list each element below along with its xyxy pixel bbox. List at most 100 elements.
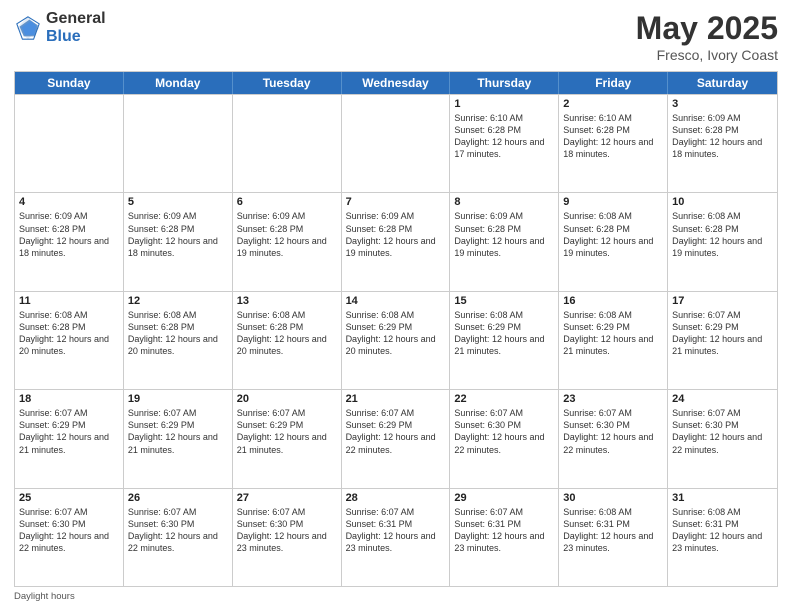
day-info: Sunrise: 6:07 AM Sunset: 6:29 PM Dayligh…	[346, 407, 446, 456]
cal-header-saturday: Saturday	[668, 72, 777, 94]
cal-cell: 30 Sunrise: 6:08 AM Sunset: 6:31 PM Dayli…	[559, 489, 668, 586]
day-info: Sunrise: 6:09 AM Sunset: 6:28 PM Dayligh…	[128, 210, 228, 259]
day-number: 19	[128, 393, 228, 405]
cal-cell: 31Sunrise: 6:08 AM Sunset: 6:31 PM Dayli…	[668, 489, 777, 586]
day-info: Sunrise: 6:08 AM Sunset: 6:28 PM Dayligh…	[237, 309, 337, 358]
cal-cell: 2Sunrise: 6:10 AM Sunset: 6:28 PM Daylig…	[559, 95, 668, 192]
cal-cell: 17 Sunrise: 6:07 AM Sunset: 6:29 PM Dayli…	[668, 292, 777, 389]
cal-cell: 12 Sunrise: 6:08 AM Sunset: 6:28 PM Dayli…	[124, 292, 233, 389]
day-number: 3	[672, 98, 773, 110]
day-number: 20	[237, 393, 337, 405]
cal-cell: 11Sunrise: 6:08 AM Sunset: 6:28 PM Dayli…	[15, 292, 124, 389]
day-info: Sunrise: 6:10 AM Sunset: 6:28 PM Dayligh…	[454, 112, 554, 161]
logo-general: General	[46, 10, 106, 28]
footer-note: Daylight hours	[14, 591, 778, 602]
cal-cell: 4Sunrise: 6:09 AM Sunset: 6:28 PM Daylig…	[15, 193, 124, 290]
day-info: Sunrise: 6:08 AM Sunset: 6:29 PM Dayligh…	[346, 309, 446, 358]
calendar-body: 1 Sunrise: 6:10 AM Sunset: 6:28 PM Daylig…	[15, 94, 777, 586]
logo-icon	[14, 14, 42, 42]
title-month: May 2025	[636, 10, 778, 47]
header: General Blue May 2025 Fresco, Ivory Coas…	[14, 10, 778, 63]
calendar: SundayMondayTuesdayWednesdayThursdayFrid…	[14, 71, 778, 587]
day-number: 14	[346, 295, 446, 307]
cal-cell: 25 Sunrise: 6:07 AM Sunset: 6:30 PM Dayli…	[15, 489, 124, 586]
cal-week-5: 25 Sunrise: 6:07 AM Sunset: 6:30 PM Dayli…	[15, 488, 777, 586]
day-info: Sunrise: 6:07 AM Sunset: 6:30 PM Dayligh…	[128, 506, 228, 555]
cal-header-wednesday: Wednesday	[342, 72, 451, 94]
day-info: Sunrise: 6:07 AM Sunset: 6:29 PM Dayligh…	[237, 407, 337, 456]
cal-cell: 19Sunrise: 6:07 AM Sunset: 6:29 PM Dayli…	[124, 390, 233, 487]
cal-week-3: 11Sunrise: 6:08 AM Sunset: 6:28 PM Dayli…	[15, 291, 777, 389]
cal-cell: 21 Sunrise: 6:07 AM Sunset: 6:29 PM Dayli…	[342, 390, 451, 487]
day-number: 12	[128, 295, 228, 307]
day-info: Sunrise: 6:08 AM Sunset: 6:29 PM Dayligh…	[454, 309, 554, 358]
cal-cell: 26 Sunrise: 6:07 AM Sunset: 6:30 PM Dayli…	[124, 489, 233, 586]
day-number: 9	[563, 196, 663, 208]
day-info: Sunrise: 6:08 AM Sunset: 6:28 PM Dayligh…	[672, 210, 773, 259]
cal-week-4: 18 Sunrise: 6:07 AM Sunset: 6:29 PM Dayli…	[15, 389, 777, 487]
day-number: 15	[454, 295, 554, 307]
cal-cell: 15 Sunrise: 6:08 AM Sunset: 6:29 PM Dayli…	[450, 292, 559, 389]
day-number: 7	[346, 196, 446, 208]
day-number: 1	[454, 98, 554, 110]
day-number: 18	[19, 393, 119, 405]
day-info: Sunrise: 6:07 AM Sunset: 6:29 PM Dayligh…	[672, 309, 773, 358]
cal-cell: 9 Sunrise: 6:08 AM Sunset: 6:28 PM Daylig…	[559, 193, 668, 290]
logo-text: General Blue	[46, 10, 106, 45]
day-info: Sunrise: 6:07 AM Sunset: 6:30 PM Dayligh…	[19, 506, 119, 555]
logo-blue: Blue	[46, 28, 106, 46]
calendar-header: SundayMondayTuesdayWednesdayThursdayFrid…	[15, 72, 777, 94]
day-info: Sunrise: 6:09 AM Sunset: 6:28 PM Dayligh…	[237, 210, 337, 259]
cal-header-monday: Monday	[124, 72, 233, 94]
cal-cell: 28Sunrise: 6:07 AM Sunset: 6:31 PM Dayli…	[342, 489, 451, 586]
day-number: 13	[237, 295, 337, 307]
day-number: 26	[128, 492, 228, 504]
day-info: Sunrise: 6:07 AM Sunset: 6:30 PM Dayligh…	[237, 506, 337, 555]
day-number: 8	[454, 196, 554, 208]
day-info: Sunrise: 6:09 AM Sunset: 6:28 PM Dayligh…	[672, 112, 773, 161]
cal-cell: 29Sunrise: 6:07 AM Sunset: 6:31 PM Dayli…	[450, 489, 559, 586]
day-number: 30	[563, 492, 663, 504]
title-location: Fresco, Ivory Coast	[636, 47, 778, 63]
day-info: Sunrise: 6:08 AM Sunset: 6:28 PM Dayligh…	[563, 210, 663, 259]
title-block: May 2025 Fresco, Ivory Coast	[636, 10, 778, 63]
cal-cell: 6 Sunrise: 6:09 AM Sunset: 6:28 PM Daylig…	[233, 193, 342, 290]
day-number: 27	[237, 492, 337, 504]
page: General Blue May 2025 Fresco, Ivory Coas…	[0, 0, 792, 612]
cal-cell: 23Sunrise: 6:07 AM Sunset: 6:30 PM Dayli…	[559, 390, 668, 487]
cal-cell: 10 Sunrise: 6:08 AM Sunset: 6:28 PM Dayli…	[668, 193, 777, 290]
cal-cell	[342, 95, 451, 192]
day-info: Sunrise: 6:09 AM Sunset: 6:28 PM Dayligh…	[454, 210, 554, 259]
day-info: Sunrise: 6:08 AM Sunset: 6:28 PM Dayligh…	[19, 309, 119, 358]
day-number: 10	[672, 196, 773, 208]
day-number: 21	[346, 393, 446, 405]
logo: General Blue	[14, 10, 106, 45]
day-number: 29	[454, 492, 554, 504]
cal-header-sunday: Sunday	[15, 72, 124, 94]
day-number: 25	[19, 492, 119, 504]
cal-cell: 1 Sunrise: 6:10 AM Sunset: 6:28 PM Daylig…	[450, 95, 559, 192]
day-info: Sunrise: 6:07 AM Sunset: 6:30 PM Dayligh…	[454, 407, 554, 456]
day-number: 28	[346, 492, 446, 504]
cal-week-1: 1 Sunrise: 6:10 AM Sunset: 6:28 PM Daylig…	[15, 94, 777, 192]
cal-header-tuesday: Tuesday	[233, 72, 342, 94]
day-number: 31	[672, 492, 773, 504]
day-info: Sunrise: 6:08 AM Sunset: 6:29 PM Dayligh…	[563, 309, 663, 358]
day-info: Sunrise: 6:08 AM Sunset: 6:28 PM Dayligh…	[128, 309, 228, 358]
cal-week-2: 4 Sunrise: 6:09 AM Sunset: 6:28 PM Daylig…	[15, 192, 777, 290]
day-number: 17	[672, 295, 773, 307]
day-number: 4	[19, 196, 119, 208]
cal-cell: 5 Sunrise: 6:09 AM Sunset: 6:28 PM Daylig…	[124, 193, 233, 290]
cal-cell: 22Sunrise: 6:07 AM Sunset: 6:30 PM Dayli…	[450, 390, 559, 487]
cal-cell: 18Sunrise: 6:07 AM Sunset: 6:29 PM Dayli…	[15, 390, 124, 487]
cal-cell	[124, 95, 233, 192]
day-info: Sunrise: 6:09 AM Sunset: 6:28 PM Dayligh…	[346, 210, 446, 259]
day-info: Sunrise: 6:08 AM Sunset: 6:31 PM Dayligh…	[563, 506, 663, 555]
day-number: 6	[237, 196, 337, 208]
cal-cell	[15, 95, 124, 192]
cal-cell: 13 Sunrise: 6:08 AM Sunset: 6:28 PM Dayli…	[233, 292, 342, 389]
cal-header-thursday: Thursday	[450, 72, 559, 94]
cal-cell: 27 Sunrise: 6:07 AM Sunset: 6:30 PM Dayli…	[233, 489, 342, 586]
day-number: 5	[128, 196, 228, 208]
day-info: Sunrise: 6:07 AM Sunset: 6:30 PM Dayligh…	[672, 407, 773, 456]
